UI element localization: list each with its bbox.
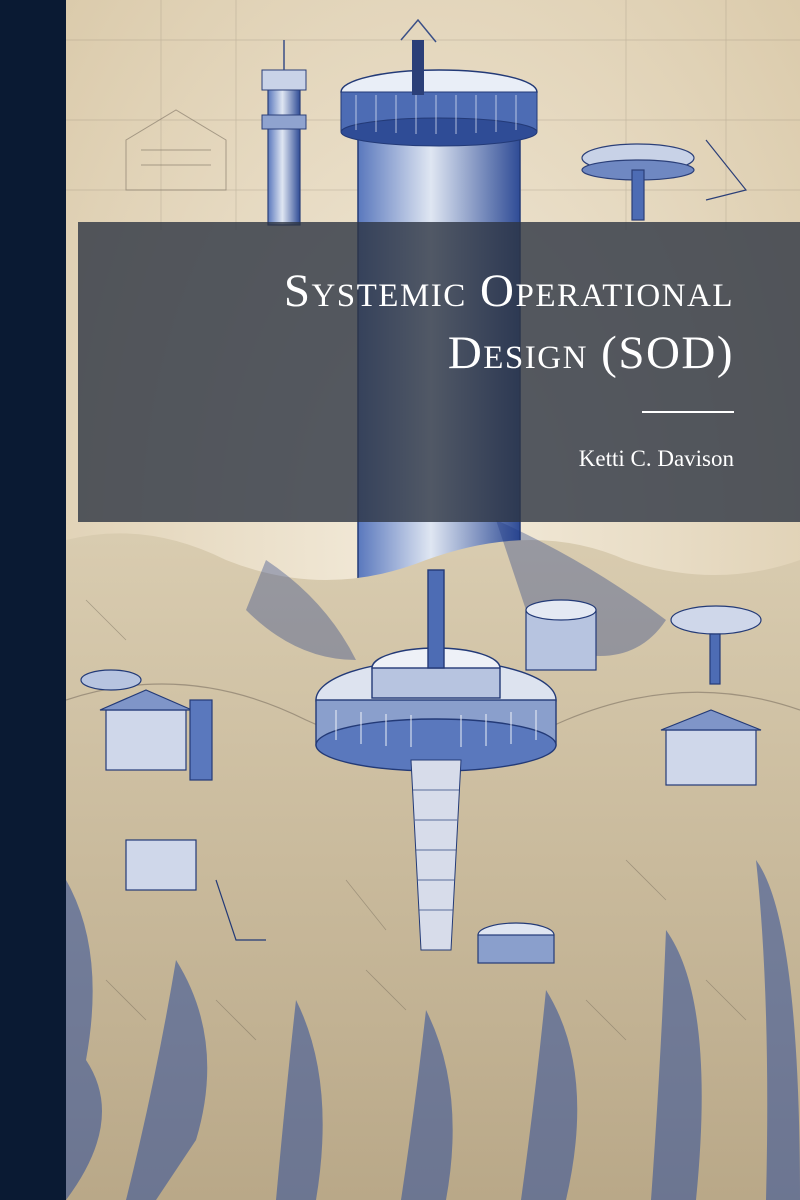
book-author: Ketti C. Davison [578, 446, 734, 471]
divider-rule [642, 411, 734, 413]
blueprint-sketch-of-citadel-icon [66, 0, 800, 1200]
book-title: Systemic Operational Design (SOD) [94, 260, 734, 384]
navy-spine-band [0, 0, 66, 1200]
book-title-line-2: Design (SOD) [447, 327, 734, 379]
book-cover: Systemic Operational Design (SOD) Ketti … [0, 0, 800, 1200]
title-panel: Systemic Operational Design (SOD) Ketti … [78, 222, 800, 522]
book-title-line-1: Systemic Operational [283, 265, 734, 317]
